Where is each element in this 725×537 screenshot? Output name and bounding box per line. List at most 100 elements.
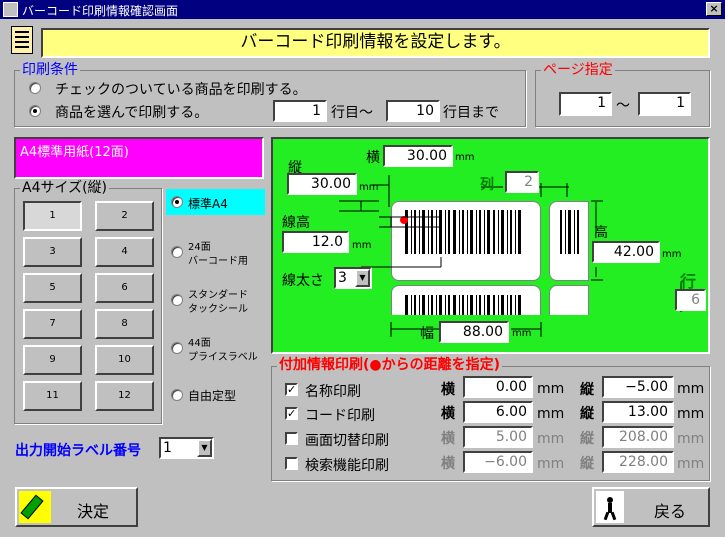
screen-switch-label: 画面切替印刷 (305, 433, 389, 449)
paper-std-label-2: タックシール (188, 304, 248, 315)
radio-print-checked-label: チェックのついている商品を印刷する。 (55, 82, 307, 98)
grid-cell-2[interactable]: 2 (95, 201, 154, 231)
check-screen-switch-print[interactable] (285, 432, 298, 445)
app-icon[interactable] (3, 2, 18, 17)
code-x-input[interactable]: 6.00 (463, 401, 533, 423)
paper-44-label-1: 44面 (188, 338, 211, 349)
height-unit: mm (662, 249, 682, 260)
yoko-unit: mm (455, 152, 475, 163)
name-y-label: 縦 (580, 382, 594, 398)
screen-y-label: 縦 (580, 431, 594, 447)
banner-text: バーコード印刷情報を設定します。 (240, 32, 511, 52)
col-input[interactable]: 2 (505, 171, 539, 193)
paper-name-display: A4標準用紙(12面) (14, 137, 264, 179)
screen-y-input[interactable]: 208.00 (602, 426, 674, 448)
tate-input[interactable]: 30.00 (287, 173, 357, 195)
start-label-number-label: 出力開始ラベル番号 (15, 443, 141, 459)
to-row-suffix: 行目まで (443, 105, 499, 121)
grid-cell-8[interactable]: 8 (95, 309, 154, 339)
message-banner: バーコード印刷情報を設定します。 (41, 28, 710, 58)
name-x-input[interactable]: 0.00 (463, 376, 533, 398)
search-x-unit: mm (537, 456, 565, 472)
title-bar: バーコード印刷情報確認画面 × (0, 0, 725, 19)
check-search-print[interactable] (285, 457, 298, 470)
code-x-unit: mm (537, 406, 565, 422)
walking-person-icon (596, 491, 624, 523)
search-x-label: 横 (441, 456, 455, 472)
search-y-unit: mm (677, 456, 705, 472)
paper-24-label-1: 24面 (188, 242, 211, 253)
grid-cell-5[interactable]: 5 (23, 273, 82, 303)
line-width-select[interactable]: 3 ▼ (334, 267, 372, 289)
name-y-unit: mm (677, 381, 705, 397)
screen-x-unit: mm (537, 431, 565, 447)
start-dropdown-arrow-icon[interactable]: ▼ (197, 439, 212, 457)
page-to-input[interactable]: 1 (638, 92, 691, 116)
from-row-input[interactable]: 1 (273, 100, 327, 122)
search-y-input[interactable]: 228.00 (602, 451, 674, 473)
page-sep: ～ (616, 98, 630, 114)
senko-unit: mm (352, 240, 372, 251)
grid-cell-6[interactable]: 6 (95, 273, 154, 303)
paper-44-label-2: プライスラベル (188, 352, 258, 363)
yoko-input[interactable]: 30.00 (383, 145, 453, 167)
width-label: 幅 (420, 326, 434, 342)
radio-paper-24[interactable] (171, 246, 183, 258)
paper-name-text: A4標準用紙(12面) (20, 145, 129, 160)
back-button-label: 戻る (654, 502, 687, 521)
back-button[interactable]: 戻る (592, 487, 710, 527)
start-label-number-select[interactable]: 1 ▼ (159, 437, 214, 459)
check-code-print[interactable]: ✓ (285, 407, 298, 420)
radio-print-selected[interactable] (29, 105, 41, 117)
radio-paper-standard[interactable] (171, 196, 183, 208)
screen-x-input[interactable]: 5.00 (463, 426, 533, 448)
line-width-value: 3 (338, 270, 347, 286)
grid-cell-7[interactable]: 7 (23, 309, 82, 339)
close-button[interactable]: × (706, 2, 722, 16)
paper-std-label-1: スタンダード (188, 290, 248, 301)
grid-cell-1[interactable]: 1 (23, 201, 82, 231)
extra-info-title: 付加情報印刷(●からの距離を指定) (277, 357, 503, 373)
code-print-label: コード印刷 (305, 408, 375, 424)
check-name-print[interactable]: ✓ (285, 383, 298, 396)
line-width-label: 線太さ (282, 273, 324, 289)
name-x-unit: mm (537, 381, 565, 397)
radio-print-selected-label: 商品を選んで印刷する。 (55, 105, 209, 121)
radio-paper-standard-tack[interactable] (171, 294, 183, 306)
code-y-input[interactable]: 13.00 (602, 401, 674, 423)
a4-size-title: A4サイズ(縦) (20, 180, 109, 196)
start-label-number-value: 1 (163, 440, 172, 456)
width-input[interactable]: 88.00 (439, 321, 509, 343)
code-y-label: 縦 (580, 406, 594, 422)
senko-input[interactable]: 12.0 (282, 231, 349, 253)
code-x-label: 横 (441, 406, 455, 422)
radio-paper-44[interactable] (171, 342, 183, 354)
grid-cell-4[interactable]: 4 (95, 237, 154, 267)
print-conditions-title: 印刷条件 (20, 62, 80, 78)
paper-standard-label: 標準A4 (188, 197, 228, 211)
ok-button[interactable]: 決定 (15, 487, 138, 527)
page-spec-title: ページ指定 (541, 62, 615, 78)
search-print-label: 検索機能印刷 (305, 458, 389, 474)
col-label: 列 (480, 177, 494, 193)
from-row-suffix: 行目～ (331, 105, 373, 121)
grid-cell-10[interactable]: 10 (95, 345, 154, 375)
name-x-label: 横 (441, 382, 455, 398)
code-y-unit: mm (677, 406, 705, 422)
grid-cell-9[interactable]: 9 (23, 345, 82, 375)
radio-paper-custom[interactable] (171, 389, 183, 401)
page-from-input[interactable]: 1 (559, 92, 612, 116)
screen-y-unit: mm (677, 431, 705, 447)
grid-cell-3[interactable]: 3 (23, 237, 82, 267)
to-row-input[interactable]: 10 (386, 100, 440, 122)
grid-cell-12[interactable]: 12 (95, 381, 154, 411)
row-input[interactable]: 6 (675, 289, 706, 311)
paper-custom-label: 自由定型 (188, 389, 237, 403)
height-input[interactable]: 42.00 (592, 241, 660, 263)
dropdown-arrow-icon[interactable]: ▼ (355, 269, 370, 287)
paper-24-label-2: バーコード用 (188, 256, 248, 267)
radio-print-checked[interactable] (29, 82, 41, 94)
grid-cell-11[interactable]: 11 (23, 381, 82, 411)
name-y-input[interactable]: −5.00 (602, 376, 674, 398)
search-x-input[interactable]: −6.00 (463, 451, 533, 473)
